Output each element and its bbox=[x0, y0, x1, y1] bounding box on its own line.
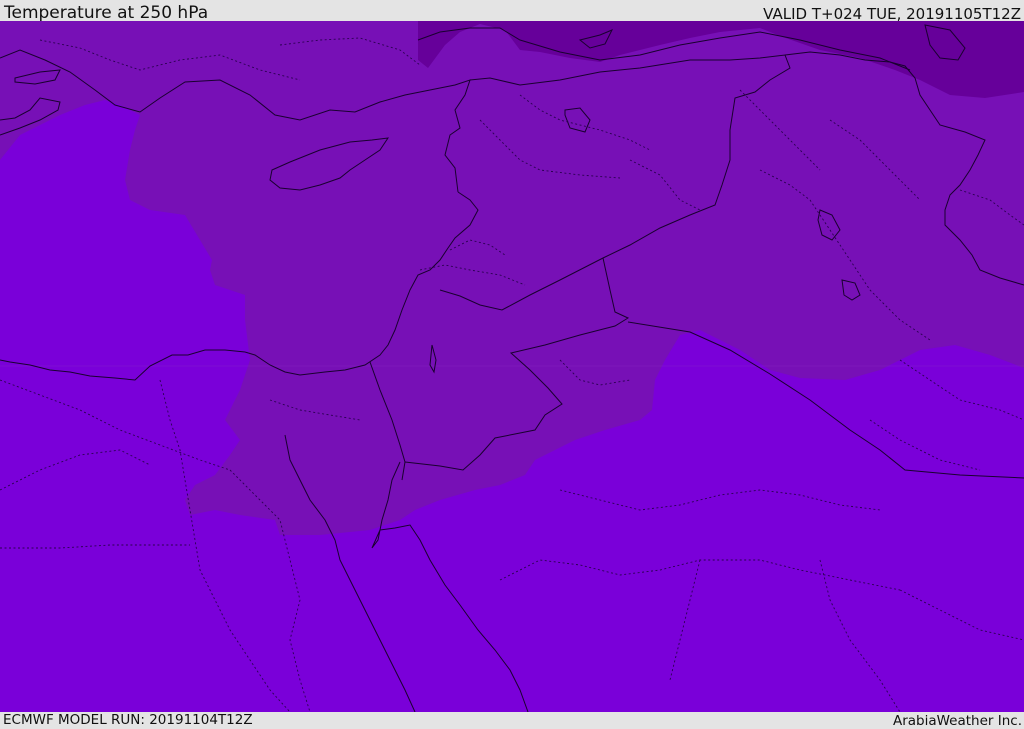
temperature-map[interactable] bbox=[0, 21, 1024, 712]
map-title: Temperature at 250 hPa bbox=[4, 3, 209, 23]
map-footer: ECMWF MODEL RUN: 20191104T12Z ArabiaWeat… bbox=[0, 712, 1024, 729]
map-header: Temperature at 250 hPa VALID T+024 TUE, … bbox=[0, 0, 1024, 23]
credit-label: ArabiaWeather Inc. bbox=[892, 713, 1022, 729]
model-run-label: ECMWF MODEL RUN: 20191104T12Z bbox=[3, 712, 253, 728]
